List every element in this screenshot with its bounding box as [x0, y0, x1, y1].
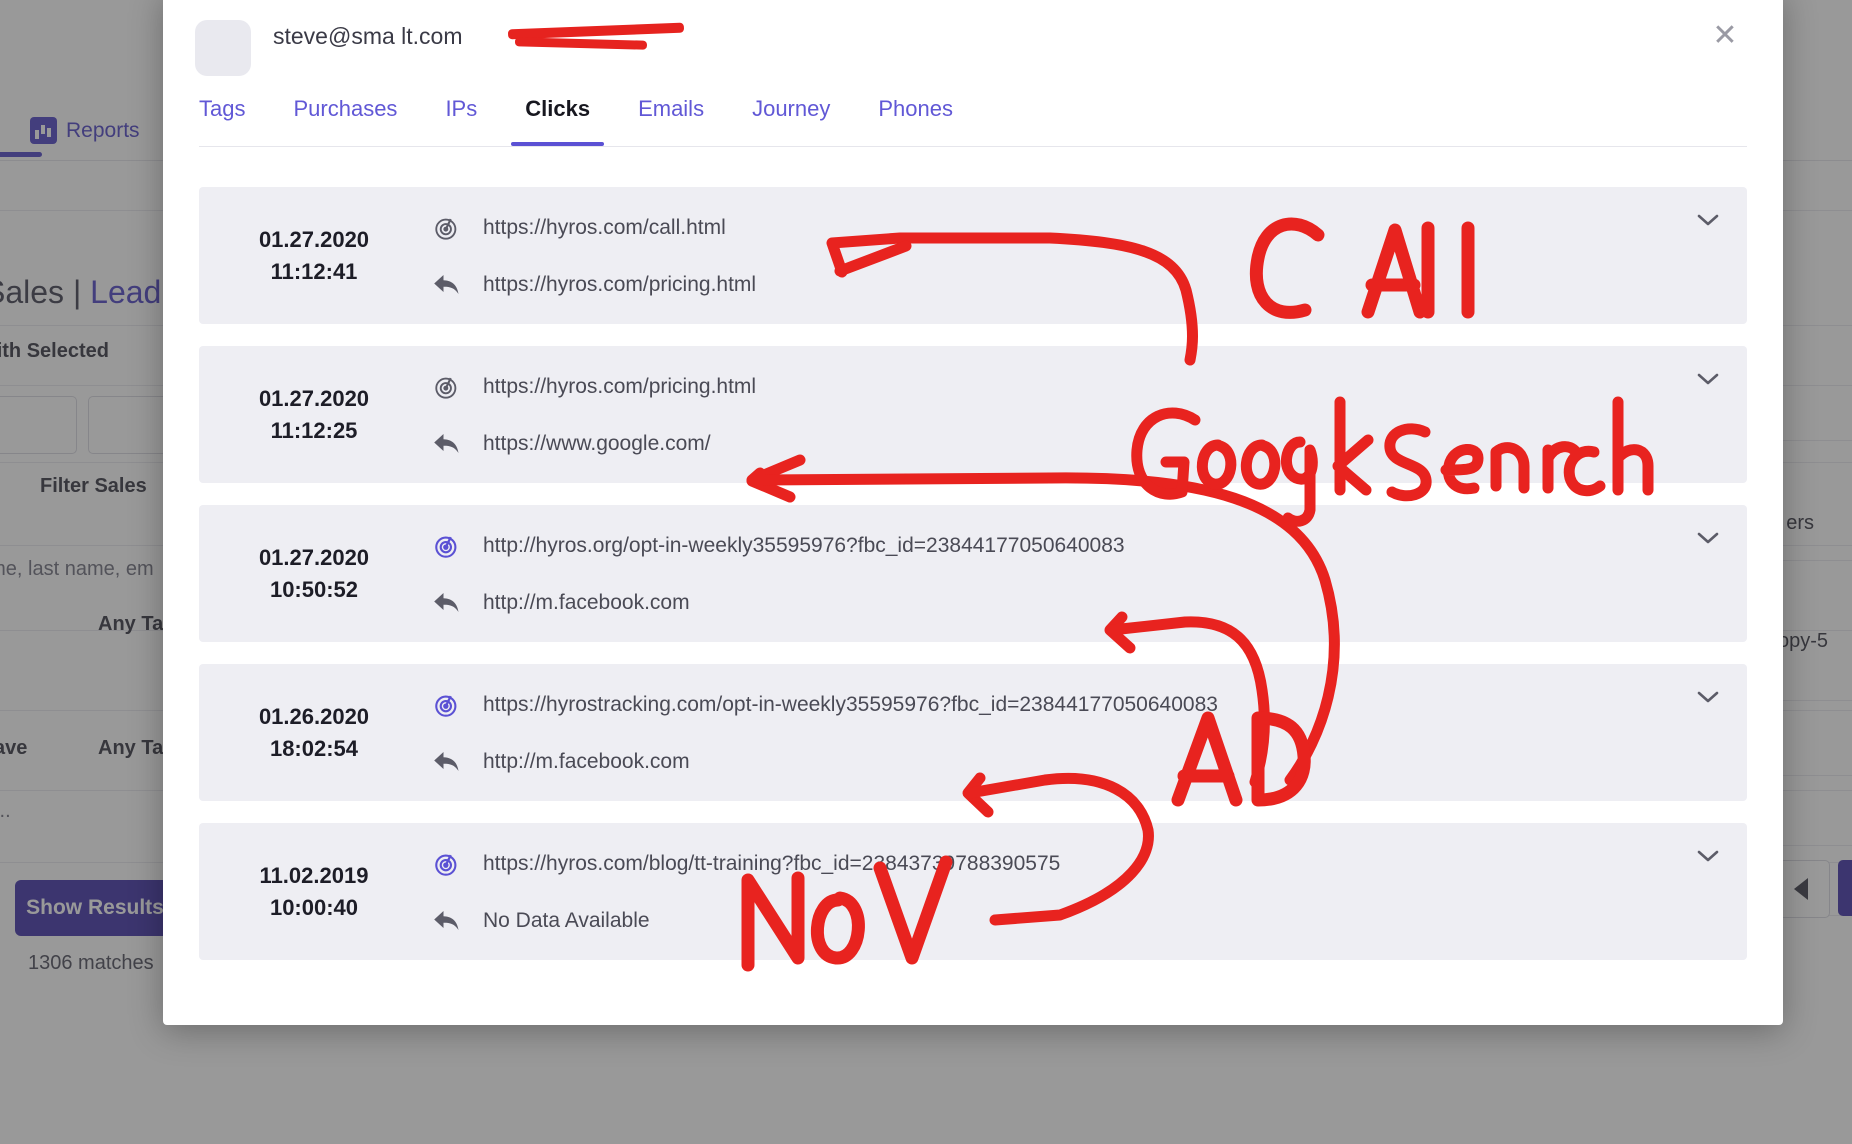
target-icon	[411, 850, 483, 878]
avatar	[195, 20, 251, 76]
row-urls: https://hyros.com/pricing.html https://w…	[411, 346, 1677, 483]
landing-url[interactable]: https://hyrostracking.com/opt-in-weekly3…	[483, 693, 1218, 717]
referrer-url[interactable]: http://m.facebook.com	[483, 750, 690, 774]
table-row[interactable]: 01.26.2020 18:02:54 https://hyrostrackin…	[199, 664, 1747, 801]
row-landing: https://hyrostracking.com/opt-in-weekly3…	[411, 691, 1677, 719]
row-date: 01.27.2020	[258, 544, 370, 570]
landing-url[interactable]: https://hyros.com/call.html	[483, 216, 726, 240]
row-referrer: https://hyros.com/pricing.html	[411, 272, 1677, 298]
row-urls: https://hyros.com/call.html https://hyro…	[411, 187, 1677, 324]
row-urls: https://hyros.com/blog/tt-training?fbc_i…	[411, 823, 1677, 960]
reply-arrow-icon	[411, 590, 483, 616]
row-timestamp: 01.26.2020 18:02:54	[199, 664, 429, 801]
target-icon	[411, 214, 483, 242]
target-icon	[411, 532, 483, 560]
chevron-down-icon[interactable]	[1693, 682, 1723, 712]
landing-url[interactable]: http://hyros.org/opt-in-weekly35595976?f…	[483, 534, 1125, 558]
row-landing: https://hyros.com/blog/tt-training?fbc_i…	[411, 850, 1677, 878]
row-referrer: https://www.google.com/	[411, 431, 1677, 457]
screen-root: rs Reports Sales | Lead With Selected Fi…	[0, 0, 1852, 1144]
contact-detail-modal: steve@sma lt.com ✕ Tags Purchases IPs Cl…	[163, 0, 1783, 1025]
redaction-mark-2	[514, 37, 648, 50]
table-row[interactable]: 01.27.2020 11:12:25 https://hyros.com/pr…	[199, 346, 1747, 483]
row-timestamp: 01.27.2020 11:12:41	[199, 187, 429, 324]
tab-clicks[interactable]: Clicks	[511, 96, 604, 146]
tab-purchases[interactable]: Purchases	[293, 96, 397, 144]
row-time: 10:00:40	[269, 894, 359, 920]
row-referrer: http://m.facebook.com	[411, 749, 1677, 775]
modal-tabs: Tags Purchases IPs Clicks Emails Journey…	[199, 96, 1747, 147]
modal-header: steve@sma lt.com ✕	[163, 0, 1783, 96]
row-date: 01.27.2020	[258, 385, 370, 411]
row-date: 01.26.2020	[258, 703, 370, 729]
close-icon[interactable]: ✕	[1705, 16, 1745, 56]
table-row[interactable]: 11.02.2019 10:00:40 https://hyros.com/bl…	[199, 823, 1747, 960]
reply-arrow-icon	[411, 431, 483, 457]
row-landing: https://hyros.com/call.html	[411, 214, 1677, 242]
row-time: 18:02:54	[269, 735, 359, 761]
reply-arrow-icon	[411, 272, 483, 298]
row-landing: https://hyros.com/pricing.html	[411, 373, 1677, 401]
row-landing: http://hyros.org/opt-in-weekly35595976?f…	[411, 532, 1677, 560]
chevron-down-icon[interactable]	[1693, 364, 1723, 394]
row-timestamp: 01.27.2020 11:12:25	[199, 346, 429, 483]
row-urls: https://hyrostracking.com/opt-in-weekly3…	[411, 664, 1677, 801]
row-date: 11.02.2019	[259, 862, 369, 888]
tab-ips[interactable]: IPs	[445, 96, 477, 144]
landing-url[interactable]: https://hyros.com/pricing.html	[483, 375, 756, 399]
chevron-down-icon[interactable]	[1693, 841, 1723, 871]
table-row[interactable]: 01.27.2020 11:12:41 https://hyros.com/ca…	[199, 187, 1747, 324]
target-icon	[411, 691, 483, 719]
row-time: 11:12:25	[270, 417, 358, 443]
row-time: 11:12:41	[270, 258, 358, 284]
row-timestamp: 01.27.2020 10:50:52	[199, 505, 429, 642]
referrer-url[interactable]: https://hyros.com/pricing.html	[483, 273, 756, 297]
target-icon	[411, 373, 483, 401]
row-referrer: No Data Available	[411, 908, 1677, 934]
tab-journey[interactable]: Journey	[752, 96, 830, 144]
tab-phones[interactable]: Phones	[878, 96, 953, 144]
referrer-url[interactable]: No Data Available	[483, 909, 650, 933]
table-row[interactable]: 01.27.2020 10:50:52 http://hyros.org/opt…	[199, 505, 1747, 642]
contact-email: steve@sma lt.com	[273, 23, 463, 49]
row-timestamp: 11.02.2019 10:00:40	[199, 823, 429, 960]
landing-url[interactable]: https://hyros.com/blog/tt-training?fbc_i…	[483, 852, 1060, 876]
row-time: 10:50:52	[269, 576, 359, 602]
chevron-down-icon[interactable]	[1693, 205, 1723, 235]
referrer-url[interactable]: http://m.facebook.com	[483, 591, 690, 615]
tab-emails[interactable]: Emails	[638, 96, 704, 144]
referrer-url[interactable]: https://www.google.com/	[483, 432, 711, 456]
reply-arrow-icon	[411, 908, 483, 934]
clicks-list: 01.27.2020 11:12:41 https://hyros.com/ca…	[199, 187, 1747, 960]
row-referrer: http://m.facebook.com	[411, 590, 1677, 616]
tab-tags[interactable]: Tags	[199, 96, 245, 144]
chevron-down-icon[interactable]	[1693, 523, 1723, 553]
row-urls: http://hyros.org/opt-in-weekly35595976?f…	[411, 505, 1677, 642]
row-date: 01.27.2020	[258, 226, 370, 252]
reply-arrow-icon	[411, 749, 483, 775]
